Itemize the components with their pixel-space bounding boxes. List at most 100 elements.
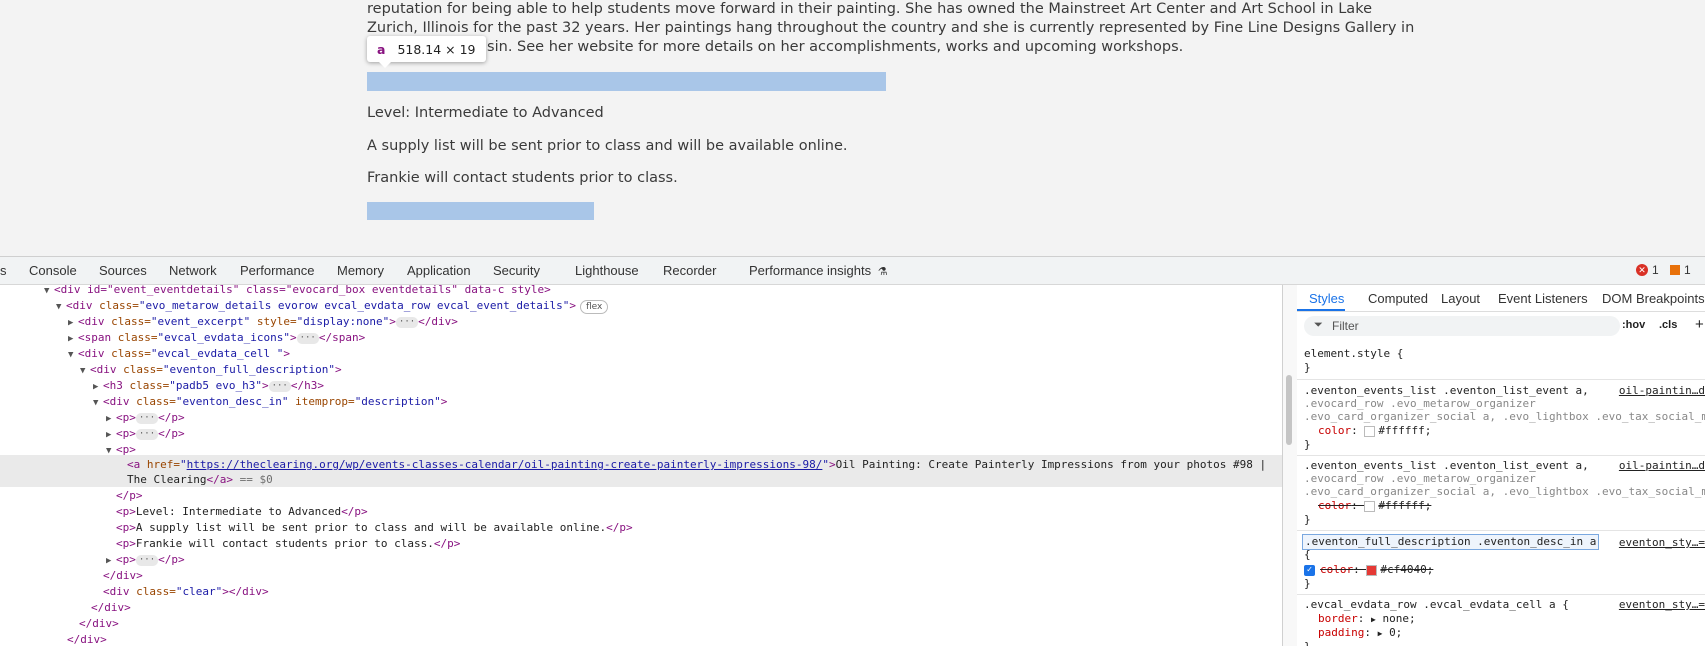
highlighted-paragraph[interactable] bbox=[367, 202, 594, 220]
rule-close: } bbox=[1304, 577, 1311, 590]
dom-node[interactable]: ▼ <div class="eventon_desc_in" itemprop="… bbox=[93, 394, 447, 410]
rule-selector-highlighted[interactable]: .eventon_full_description .eventon_desc_… bbox=[1302, 534, 1600, 550]
expanded-arrow-icon: ▼ bbox=[106, 446, 112, 456]
dom-node[interactable]: ▼ <p> bbox=[106, 442, 136, 458]
checkbox-icon[interactable]: ✓ bbox=[1304, 564, 1315, 576]
rule-source-link[interactable]: oil-paintin…d bbox=[1619, 459, 1705, 472]
color-swatch[interactable] bbox=[1366, 564, 1378, 576]
dom-node[interactable]: <p>Level: Intermediate to Advanced</p> bbox=[116, 504, 368, 520]
issue-counter[interactable]: 1 bbox=[1670, 263, 1691, 277]
error-count: 1 bbox=[1652, 263, 1659, 277]
tab-memory[interactable]: Memory bbox=[337, 263, 384, 278]
selected-anchor-node-cont[interactable]: The Clearing</a> == $0 bbox=[127, 472, 273, 488]
ellipsis-icon[interactable]: ··· bbox=[268, 380, 291, 392]
rule-source-link[interactable]: eventon_sty…= bbox=[1619, 598, 1705, 611]
ellipsis-icon[interactable]: ··· bbox=[395, 316, 419, 328]
dom-node[interactable]: </div> bbox=[67, 632, 107, 646]
dom-node[interactable]: ▶ <span class="evcal_evdata_icons"> ··· </s… bbox=[68, 330, 365, 346]
tab-lighthouse[interactable]: Lighthouse bbox=[575, 263, 639, 278]
styles-tab-bar: Styles Computed Layout Event Listeners D… bbox=[1297, 285, 1705, 312]
dom-node[interactable]: ▼ <div id="event_eventdetails" class="evo… bbox=[44, 285, 551, 298]
tab-security[interactable]: Security bbox=[493, 263, 540, 278]
expanded-arrow-icon: ▼ bbox=[68, 350, 74, 360]
panel-scrollbar[interactable] bbox=[1282, 285, 1297, 646]
css-declaration[interactable]: padding: ▶ 0; bbox=[1318, 626, 1402, 640]
css-declaration[interactable]: border: ▶ none; bbox=[1318, 612, 1416, 626]
ellipsis-icon[interactable]: ··· bbox=[135, 412, 159, 424]
rule-selector[interactable]: .eventon_events_list .eventon_list_event… bbox=[1304, 384, 1589, 398]
error-icon: ✕ bbox=[1636, 264, 1648, 276]
collapsed-arrow-icon: ▶ bbox=[68, 334, 74, 344]
dom-node[interactable]: ▶ <p> ··· </p> bbox=[106, 426, 185, 442]
dom-node[interactable]: <p>Frankie will contact students prior t… bbox=[116, 536, 460, 552]
scrollbar-thumb[interactable] bbox=[1286, 375, 1292, 445]
href-link[interactable]: https://theclearing.org/wp/events-classe… bbox=[187, 458, 823, 471]
supply-text: A supply list will be sent prior to clas… bbox=[367, 138, 848, 154]
element-size-tooltip: a 518.14 × 19 bbox=[367, 36, 486, 68]
ellipsis-icon[interactable]: ··· bbox=[135, 554, 159, 566]
rule-selector: .evocard_row .evo_metarow_organizer bbox=[1304, 397, 1536, 410]
new-rule-button[interactable]: + bbox=[1695, 316, 1704, 333]
rule-close: } bbox=[1304, 640, 1311, 646]
class-toggle[interactable]: .cls bbox=[1659, 319, 1677, 331]
expand-triangle-icon[interactable]: ▶ bbox=[1371, 615, 1376, 624]
rule-open: { bbox=[1304, 548, 1311, 561]
contact-text: Frankie will contact students prior to c… bbox=[367, 170, 678, 186]
tab-layout[interactable]: Layout bbox=[1441, 291, 1480, 306]
dom-node[interactable]: </div> bbox=[91, 600, 131, 616]
dom-tree: ▼ <div id="event_eventdetails" class="evo… bbox=[0, 285, 1282, 646]
tab-styles[interactable]: Styles bbox=[1309, 291, 1344, 306]
css-declaration-disabled[interactable]: ✓ color: #cf4040; bbox=[1304, 563, 1433, 577]
tab-elements[interactable]: s bbox=[0, 263, 7, 278]
dom-node[interactable]: ▶ <p> ··· </p> bbox=[106, 410, 185, 426]
hover-state-toggle[interactable]: :hov bbox=[1622, 319, 1645, 331]
css-declaration-overridden[interactable]: color: #ffffff; bbox=[1318, 499, 1431, 513]
rule-selector: .evo_card_organizer_social a, .evo_light… bbox=[1304, 410, 1705, 423]
tab-recorder[interactable]: Recorder bbox=[663, 263, 716, 278]
tab-console[interactable]: Console bbox=[29, 263, 77, 278]
dom-node[interactable]: </div> bbox=[79, 616, 119, 632]
tab-dom-breakpoints[interactable]: DOM Breakpoints bbox=[1602, 291, 1705, 306]
dom-node[interactable]: ▼ <div class="evo_metarow_details evorow … bbox=[56, 298, 609, 314]
selected-anchor-node[interactable]: <a href="https://theclearing.org/wp/even… bbox=[127, 457, 1266, 473]
rule-source-link[interactable]: eventon_sty…= bbox=[1619, 536, 1705, 549]
dom-node[interactable]: </p> bbox=[116, 488, 143, 504]
color-swatch[interactable] bbox=[1364, 425, 1376, 437]
ellipsis-icon[interactable]: ··· bbox=[296, 332, 319, 344]
css-declaration[interactable]: color: #ffffff; bbox=[1318, 424, 1431, 438]
tab-computed[interactable]: Computed bbox=[1368, 291, 1428, 306]
color-swatch[interactable] bbox=[1364, 500, 1376, 512]
tooltip-size: 518.14 × 19 bbox=[397, 41, 476, 57]
tab-event-listeners[interactable]: Event Listeners bbox=[1498, 291, 1588, 306]
rule-selector[interactable]: .evcal_evdata_row .evcal_evdata_cell a { bbox=[1304, 598, 1569, 612]
tab-network[interactable]: Network bbox=[169, 263, 217, 278]
devtools-tab-bar: s Console Sources Network Performance Me… bbox=[0, 257, 1705, 285]
dom-node[interactable]: ▼ <div class="evcal_evdata_cell "> bbox=[68, 346, 290, 362]
dom-node[interactable]: ▶ <h3 class="padb5 evo_h3"> ··· </h3> bbox=[93, 378, 324, 394]
collapsed-arrow-icon: ▶ bbox=[106, 556, 112, 566]
element-style-rule[interactable]: element.style { bbox=[1304, 347, 1403, 361]
description-line-2: Zurich, Illinois for the past 32 years. … bbox=[367, 20, 1415, 36]
rule-divider bbox=[1297, 530, 1705, 531]
rule-close: } bbox=[1304, 438, 1311, 451]
error-counter[interactable]: ✕ 1 bbox=[1636, 263, 1659, 277]
expanded-arrow-icon: ▼ bbox=[44, 286, 50, 296]
tab-performance[interactable]: Performance bbox=[240, 263, 314, 278]
ellipsis-icon[interactable]: ··· bbox=[135, 428, 159, 440]
rule-source-link[interactable]: oil-paintin…d bbox=[1619, 384, 1705, 397]
active-tab-indicator bbox=[1297, 309, 1345, 311]
tab-performance-insights[interactable]: Performance insights ⚗ bbox=[749, 263, 888, 278]
tab-sources[interactable]: Sources bbox=[99, 263, 147, 278]
rule-selector[interactable]: .eventon_events_list .eventon_list_event… bbox=[1304, 459, 1589, 473]
highlighted-link[interactable] bbox=[367, 72, 886, 91]
dom-node[interactable]: <div class="clear"></div> bbox=[103, 584, 269, 600]
dom-node[interactable]: ▶ <p> ··· </p> bbox=[106, 552, 185, 568]
dom-node[interactable]: </div> bbox=[103, 568, 143, 584]
dom-node[interactable]: ▼ <div class="eventon_full_description"> bbox=[80, 362, 342, 378]
expand-triangle-icon[interactable]: ▶ bbox=[1378, 629, 1383, 638]
styles-filter-input[interactable]: ⏷ Filter bbox=[1304, 316, 1620, 336]
dom-node[interactable]: ▶ <div class="event_excerpt" style="displ… bbox=[68, 314, 458, 330]
flex-badge[interactable]: flex bbox=[579, 300, 609, 314]
tab-application[interactable]: Application bbox=[407, 263, 471, 278]
dom-node[interactable]: <p>A supply list will be sent prior to c… bbox=[116, 520, 633, 536]
